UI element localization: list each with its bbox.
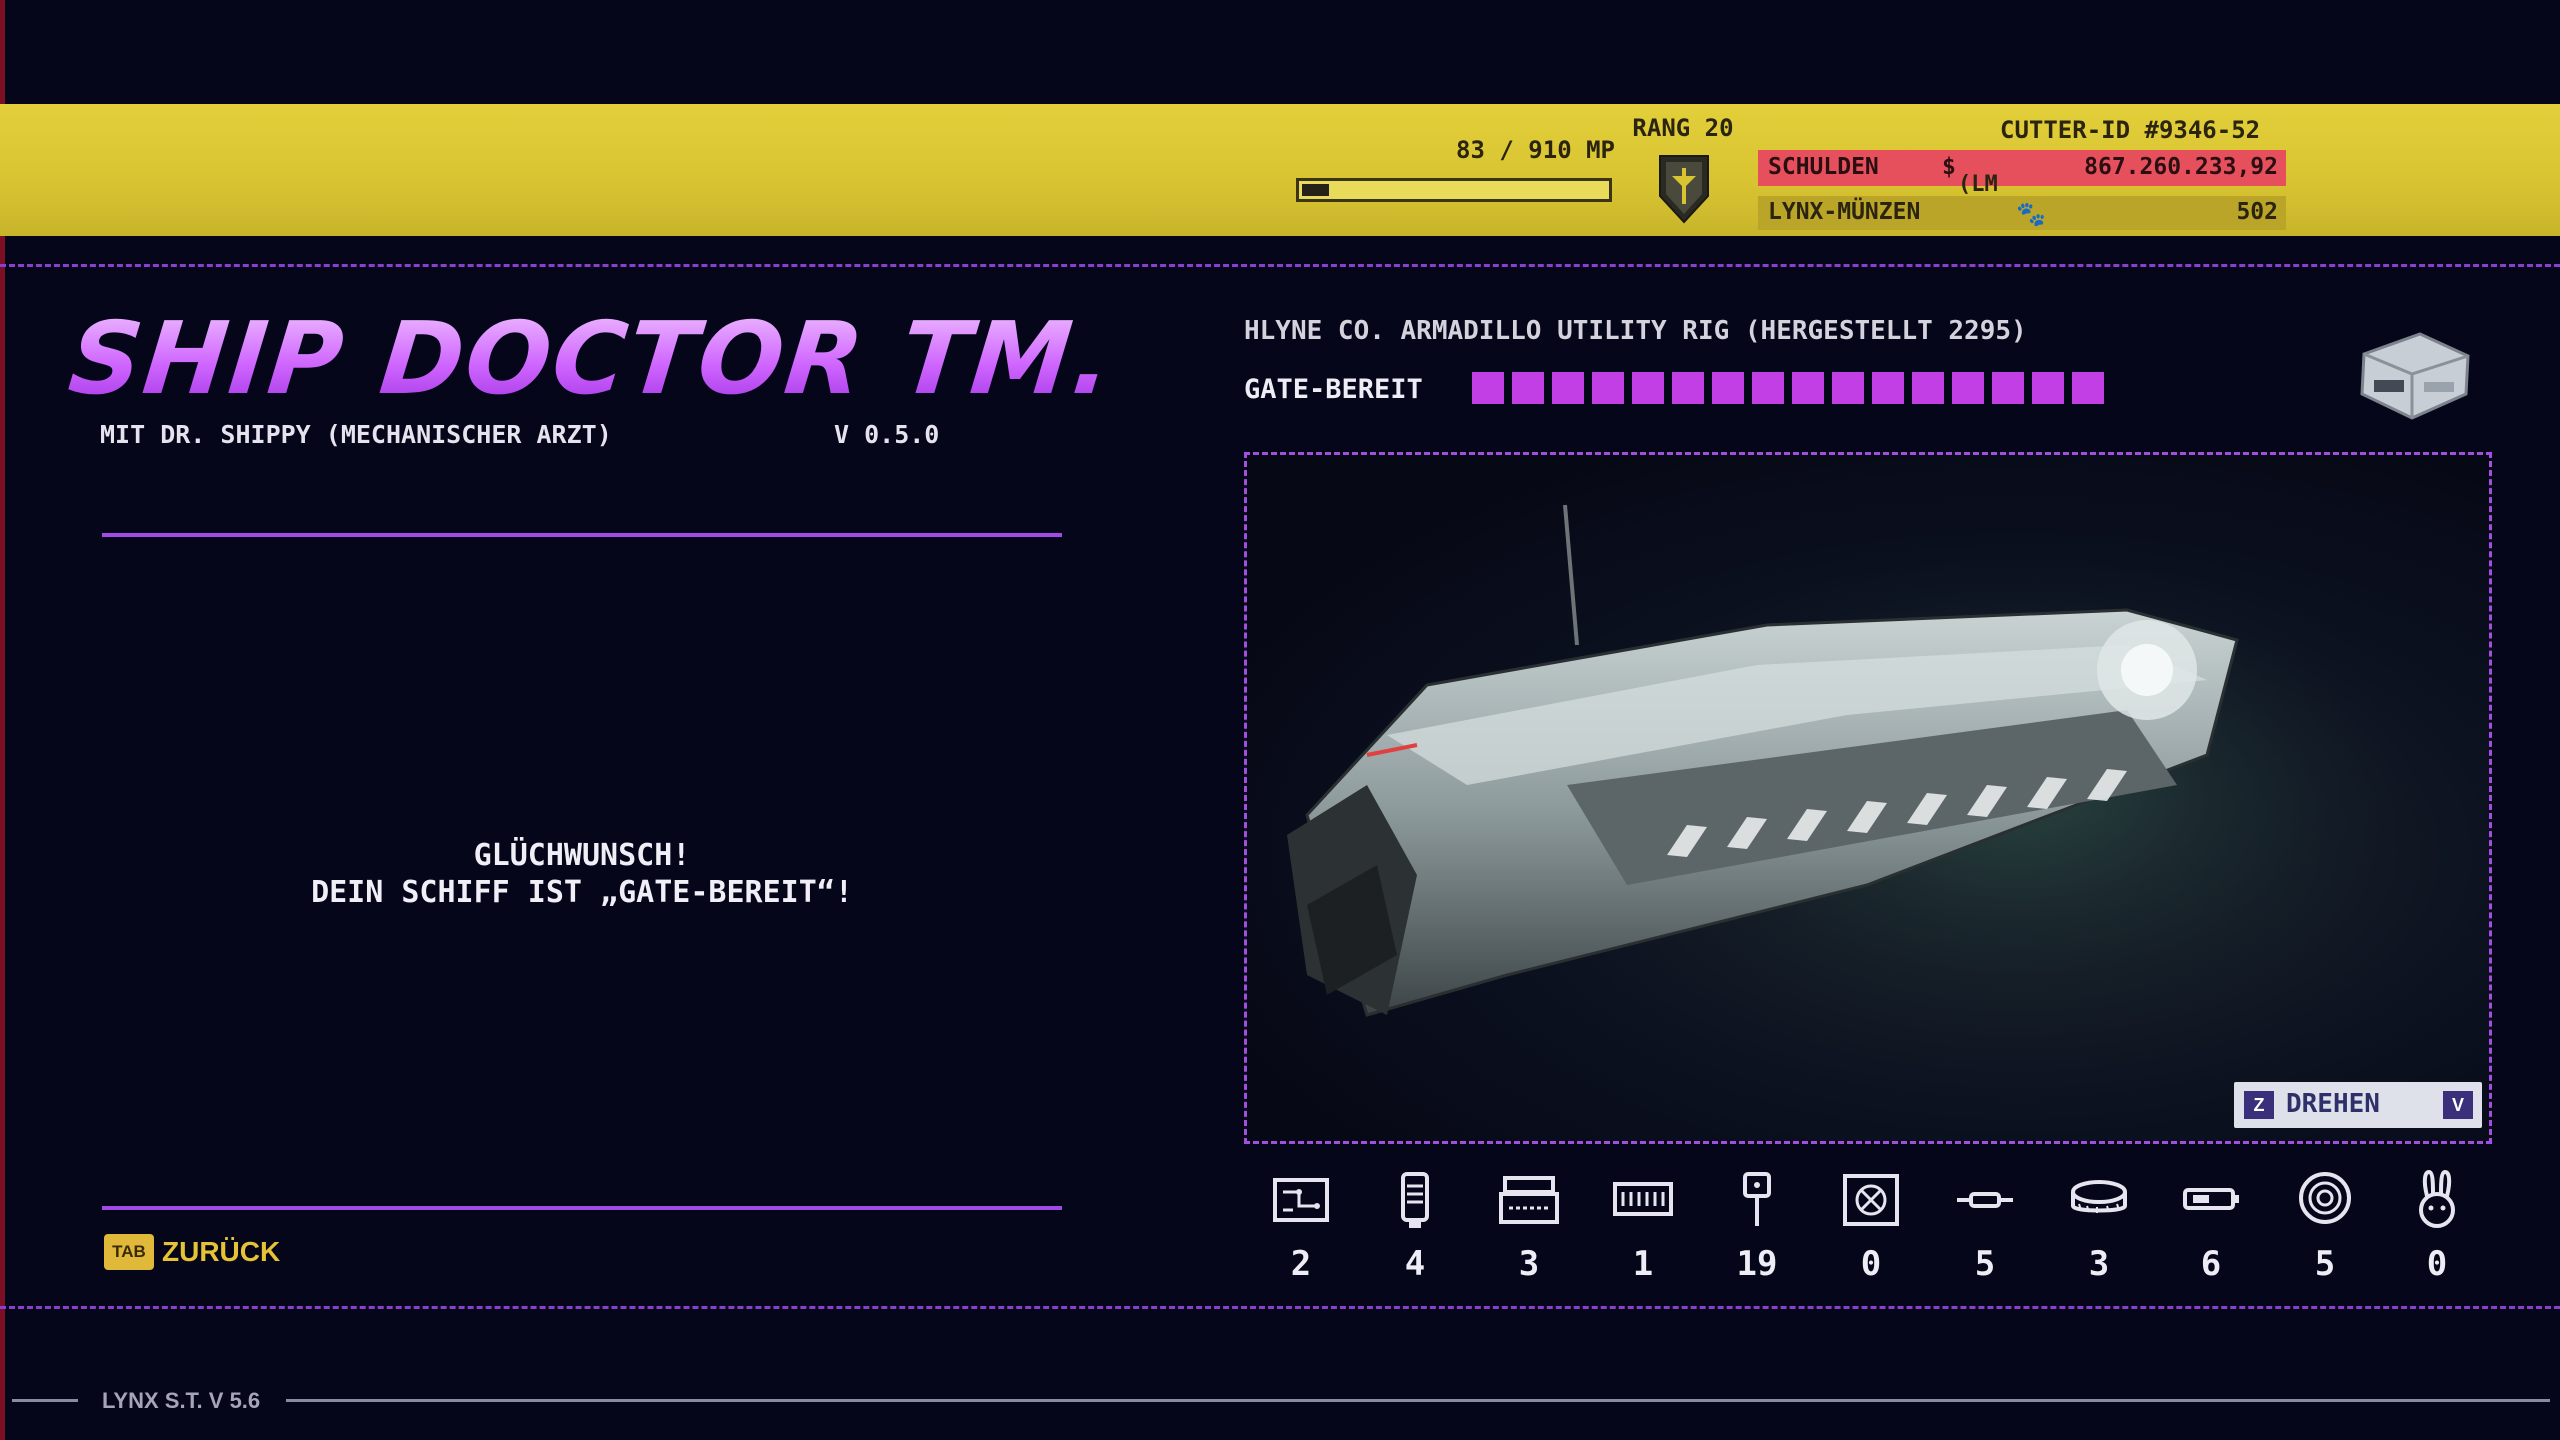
inventory-item[interactable]: 5: [2280, 1170, 2370, 1284]
divider-bottom: [0, 1306, 2560, 1309]
gate-ready-segment: [1832, 372, 1864, 404]
inventory-item[interactable]: 0: [1826, 1170, 1916, 1284]
coins-value: 502: [2236, 199, 2278, 225]
inventory-count: 1: [1632, 1244, 1654, 1284]
rotate-left-key[interactable]: Z: [2244, 1091, 2274, 1119]
ship-thumbnail-icon[interactable]: [2350, 320, 2480, 430]
gate-ready-segment: [1472, 372, 1504, 404]
inventory-count: 3: [2088, 1244, 2110, 1284]
system-version: LYNX S.T. V 5.6: [102, 1388, 261, 1413]
ship-model[interactable]: [1247, 455, 2489, 1141]
inventory-count: 4: [1404, 1244, 1426, 1284]
ship-name: HLYNE CO. ARMADILLO UTILITY RIG (HERGEST…: [1244, 316, 2027, 346]
ship-viewport[interactable]: [1244, 452, 2492, 1144]
inventory-item[interactable]: 4: [1370, 1170, 1460, 1284]
page-title: SHIP DOCTOR TM.: [63, 300, 1120, 417]
tab-key-hint[interactable]: TAB: [104, 1234, 154, 1270]
inventory-count: 2: [1290, 1244, 1312, 1284]
cable-reel-icon: [2299, 1172, 2351, 1224]
memory-module-icon: [1613, 1182, 1673, 1216]
page-subtitle: MIT DR. SHIPPY (MECHANISCHER ARZT): [100, 420, 612, 449]
fuse-icon: [1957, 1192, 2013, 1208]
gate-ready-segment: [1912, 372, 1944, 404]
gate-ready-segment: [1712, 372, 1744, 404]
gate-ready-segment: [2032, 372, 2064, 404]
gate-ready-segment: [1672, 372, 1704, 404]
inventory-count: 0: [2426, 1244, 2448, 1284]
gate-ready-meter: [1472, 372, 2104, 404]
circuit-board-icon: [1273, 1178, 1329, 1222]
inventory-count: 5: [2314, 1244, 2336, 1284]
debt-value: 867.260.233,92: [2084, 154, 2278, 180]
footer-rule-left: [12, 1399, 78, 1402]
inventory-item[interactable]: 3: [1484, 1170, 1574, 1284]
bunny-icon: [2419, 1170, 2455, 1228]
sign-post-icon: [1743, 1172, 1771, 1226]
debt-currency-sub: (LM: [1958, 172, 1998, 197]
mp-progress-bar: [1296, 178, 1612, 202]
inventory-count: 0: [1860, 1244, 1882, 1284]
inventory-count: 6: [2200, 1244, 2222, 1284]
mp-progress-fill: [1302, 184, 1329, 196]
debt-label: SCHULDEN: [1768, 154, 1879, 180]
rank-shield-icon: [1659, 155, 1709, 224]
inventory-item[interactable]: 5: [1940, 1170, 2030, 1284]
fan-unit-icon: [1843, 1174, 1899, 1226]
back-button[interactable]: ZURÜCK: [162, 1236, 280, 1268]
inventory-count: 19: [1736, 1244, 1778, 1284]
gate-ready-segment: [1952, 372, 1984, 404]
congrats-heading: GLÜCHWUNSCH!: [473, 838, 691, 873]
divider-top: [0, 264, 2560, 267]
version-label: V 0.5.0: [834, 420, 940, 449]
inventory-item[interactable]: 19: [1712, 1170, 1802, 1284]
coil-disc-icon: [2071, 1180, 2127, 1213]
inventory-item[interactable]: 2: [1256, 1170, 1346, 1284]
gate-ready-segment: [1752, 372, 1784, 404]
gate-ready-segment: [2072, 372, 2104, 404]
congrats-message: DEIN SCHIFF IST „GATE-BEREIT“!: [311, 875, 853, 910]
inventory-count: 3: [1518, 1244, 1540, 1284]
inventory-item[interactable]: 0: [2392, 1170, 2482, 1284]
gate-ready-segment: [1592, 372, 1624, 404]
gate-ready-label: GATE-BEREIT: [1244, 374, 1423, 405]
canister-icon: [1401, 1172, 1429, 1228]
footer-rule-right: [286, 1399, 2550, 1402]
gate-ready-segment: [1792, 372, 1824, 404]
inventory-item[interactable]: 3: [2054, 1170, 2144, 1284]
panel-divider-bottom: [102, 1206, 1062, 1210]
inventory-item[interactable]: 6: [2166, 1170, 2256, 1284]
rotate-label: DREHEN: [2286, 1089, 2380, 1119]
inventory-count: 5: [1974, 1244, 1996, 1284]
gate-ready-segment: [1632, 372, 1664, 404]
battery-cell-icon: [2183, 1188, 2239, 1210]
rotate-right-key[interactable]: V: [2443, 1091, 2473, 1119]
cutter-id: CUTTER-ID #9346-52: [2000, 116, 2261, 144]
machine-block-icon: [1499, 1176, 1559, 1224]
gate-ready-segment: [1512, 372, 1544, 404]
debt-currency: $: [1942, 154, 1956, 180]
panel-divider-top: [102, 533, 1062, 537]
mp-counter: 83 / 910 MP: [1456, 136, 1615, 164]
rank-label: RANG 20: [1632, 114, 1734, 142]
inventory-item[interactable]: 1: [1598, 1170, 1688, 1284]
paw-icon: 🐾: [2016, 200, 2046, 228]
gate-ready-segment: [1872, 372, 1904, 404]
gate-ready-segment: [1552, 372, 1584, 404]
gate-ready-segment: [1992, 372, 2024, 404]
coins-label: LYNX-MÜNZEN: [1768, 199, 1921, 225]
